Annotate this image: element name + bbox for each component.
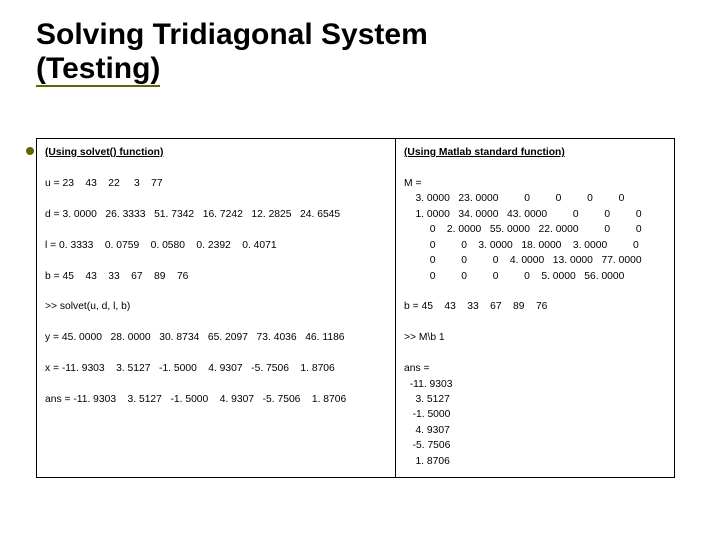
- title-line-1: Solving Tridiagonal System: [36, 18, 428, 52]
- bullet-icon: [26, 147, 34, 155]
- left-panel: (Using solvet() function) u = 23 43 22 3…: [37, 139, 396, 478]
- title-line-2-text: (Testing): [36, 52, 160, 88]
- left-heading: (Using solvet() function): [45, 147, 163, 158]
- slide: Solving Tridiagonal System (Testing) (Us…: [0, 0, 720, 540]
- content-table: (Using solvet() function) u = 23 43 22 3…: [36, 138, 675, 478]
- title-line-2: (Testing): [36, 52, 428, 88]
- left-body: u = 23 43 22 3 77 d = 3. 0000 26. 3333 5…: [45, 178, 346, 405]
- right-panel: (Using Matlab standard function) M = 3. …: [396, 139, 675, 478]
- right-body: M = 3. 0000 23. 0000 0 0 0 0 1. 0000 34.…: [404, 178, 642, 467]
- slide-title: Solving Tridiagonal System (Testing): [36, 18, 428, 87]
- right-heading: (Using Matlab standard function): [404, 147, 565, 158]
